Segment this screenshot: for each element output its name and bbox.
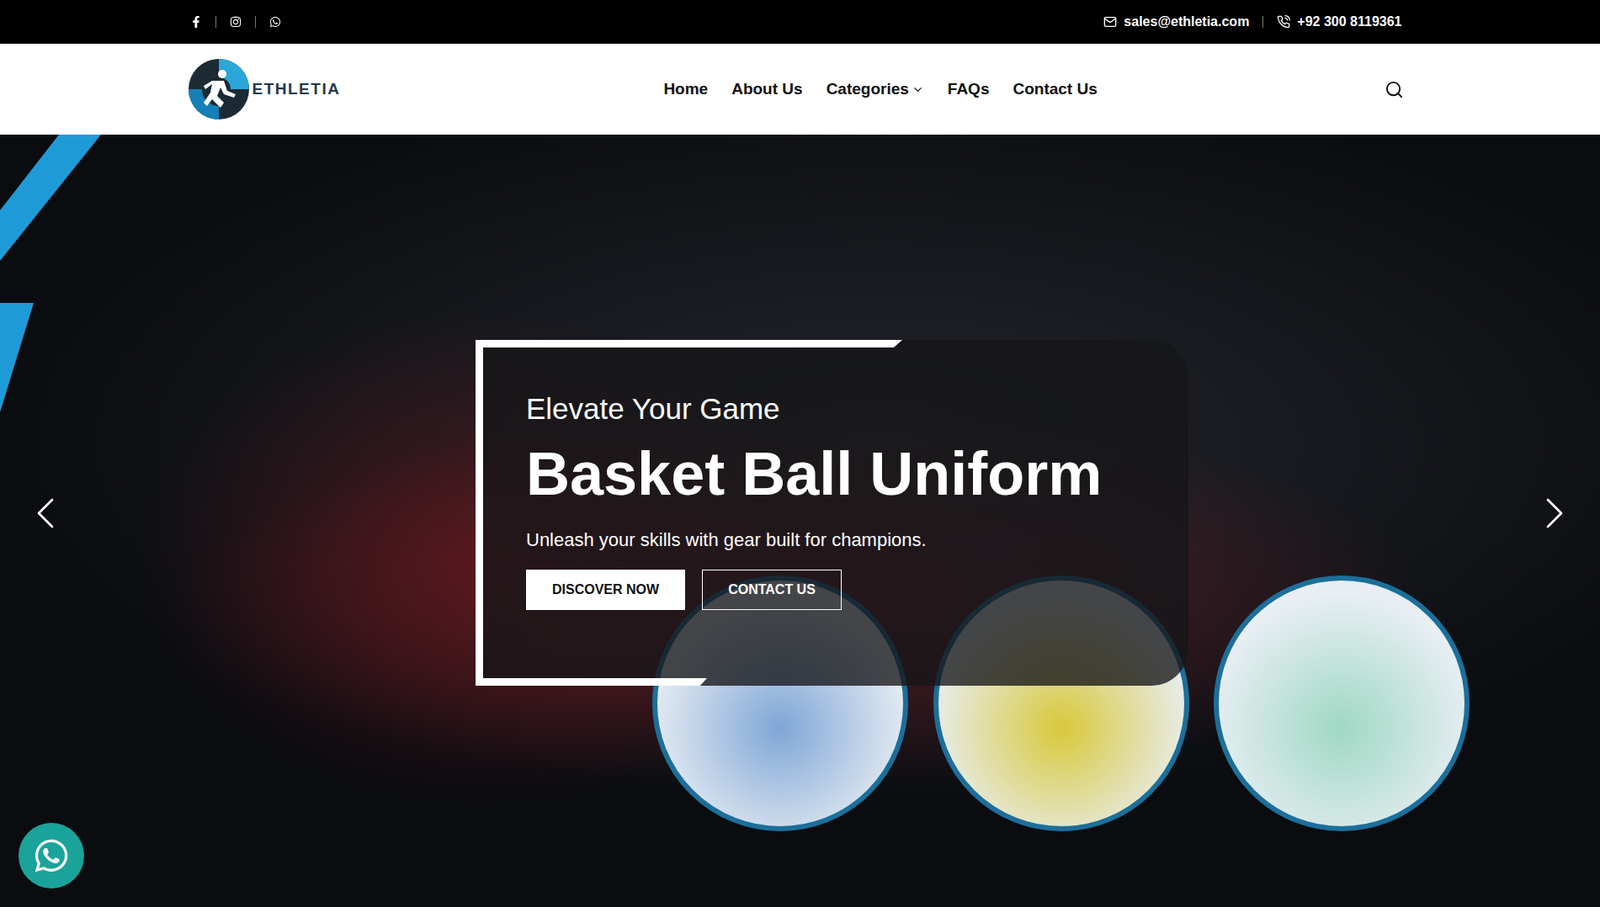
whatsapp-icon <box>32 837 70 875</box>
instagram-link[interactable] <box>229 15 242 28</box>
header-container: ETHLETIA Home About Us Categories FAQs Contac… <box>186 43 1414 135</box>
hero-button[interactable]: CONTACT US <box>701 569 842 611</box>
whatsapp-link[interactable] <box>269 15 282 28</box>
hero-eyebrow: Elevate Your Game <box>526 392 1155 426</box>
nav-item[interactable]: Categories <box>826 79 925 99</box>
hero-subtitle: Unleash your skills with gear built for … <box>526 529 1155 552</box>
logo[interactable]: ETHLETIA <box>186 57 341 122</box>
top-bar: sales@ethletia.com +92 300 8119361 <box>0 0 1600 44</box>
next-slide-button[interactable] <box>1527 486 1582 541</box>
email-link[interactable]: sales@ethletia.com <box>1103 14 1250 30</box>
hero-title: Basket Ball Uniform <box>526 441 1155 508</box>
nav-item[interactable]: About Us <box>731 79 803 99</box>
hero-button[interactable]: DISCOVER NOW <box>526 569 686 611</box>
divider <box>255 15 256 28</box>
search-button[interactable] <box>1384 79 1404 100</box>
chevron-down-icon <box>911 83 925 96</box>
top-bar-container: sales@ethletia.com +92 300 8119361 <box>186 0 1414 44</box>
prev-slide-button[interactable] <box>18 486 73 541</box>
whatsapp-float-button[interactable] <box>18 823 85 889</box>
chevron-right-icon <box>1527 486 1582 541</box>
nav-item[interactable]: Contact Us <box>1012 79 1097 99</box>
product-image[interactable] <box>1213 575 1470 832</box>
chevron-left-icon <box>18 486 73 541</box>
instagram-icon <box>229 15 242 28</box>
phone-link[interactable]: +92 300 8119361 <box>1276 14 1402 30</box>
contact-info: sales@ethletia.com +92 300 8119361 <box>1103 14 1414 30</box>
nav-item[interactable]: FAQs <box>947 79 990 99</box>
hero-card: Elevate Your Game Basket Ball Uniform Unle… <box>475 340 1189 686</box>
search-icon <box>1384 79 1404 100</box>
header: ETHLETIA Home About Us Categories FAQs Contac… <box>0 43 1600 135</box>
facebook-icon <box>190 15 202 28</box>
page: sales@ethletia.com +92 300 8119361 ETHLETI… <box>0 0 1600 907</box>
main-nav: Home About Us Categories FAQs Contact Us <box>663 79 1097 99</box>
mail-icon <box>1103 15 1117 29</box>
whatsapp-icon <box>269 15 282 28</box>
hero-slider: Elevate Your Game Basket Ball Uniform Unle… <box>0 134 1600 907</box>
accent-shape <box>0 134 101 413</box>
social-links <box>186 15 282 28</box>
hero-buttons: DISCOVER NOW CONTACT US <box>526 569 1155 611</box>
phone-icon <box>1276 15 1291 29</box>
nav-item[interactable]: Home <box>663 79 708 99</box>
logo-icon <box>186 57 251 122</box>
divider <box>215 15 217 28</box>
divider <box>1262 15 1264 28</box>
facebook-link[interactable] <box>190 15 202 28</box>
logo-text: ETHLETIA <box>252 79 341 99</box>
